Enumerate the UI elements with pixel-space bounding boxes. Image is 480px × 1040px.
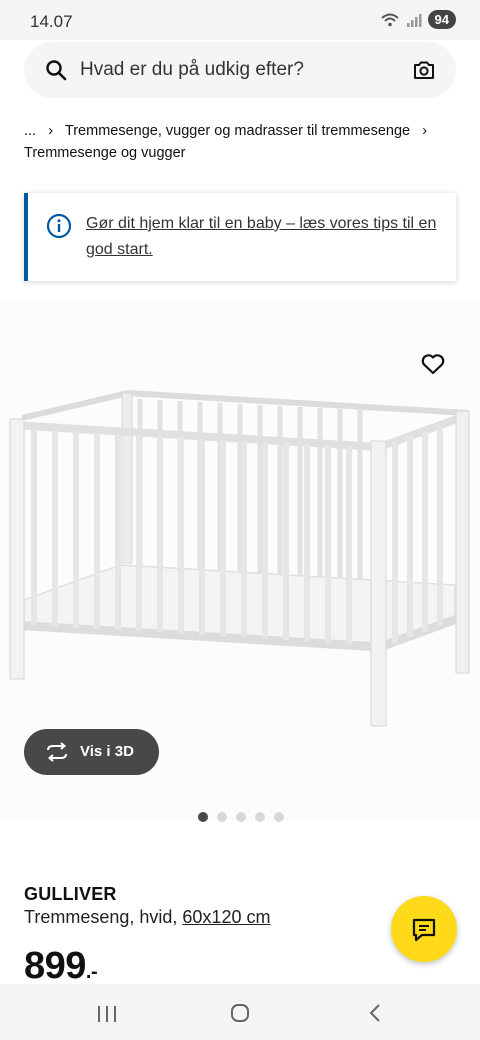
price-value: 899 [24,945,86,987]
breadcrumb: ... › Tremmesenge, vugger og madrasser t… [24,117,464,145]
breadcrumb-ellipsis[interactable]: ... [24,123,36,139]
view-3d-button[interactable]: Vis i 3D [24,729,159,775]
product-type: Tremmeseng, hvid, [24,907,178,927]
search-bar[interactable]: Hvad er du på udkig efter? [24,42,456,98]
breadcrumb-item-category[interactable]: Tremmesenge, vugger og madrasser til tre… [65,123,410,139]
product-description: Tremmeseng, hvid, 60x120 cm [24,907,270,928]
wifi-icon [380,13,399,26]
chat-icon [412,918,436,942]
home-icon[interactable] [230,1003,250,1023]
status-bar: 14.07 94 [0,0,480,40]
status-icons: 94 [380,10,456,29]
gallery-dot[interactable] [255,812,265,822]
info-banner[interactable]: Gør dit hjem klar til en baby – læs vore… [24,193,456,281]
info-icon [46,213,72,239]
signal-icon [406,13,422,27]
banner-link[interactable]: Gør dit hjem klar til en baby – læs vore… [86,211,446,263]
camera-icon[interactable] [412,58,436,82]
rotate-icon [47,742,67,762]
view-3d-label: Vis i 3D [80,743,134,760]
recent-apps-icon[interactable] [96,1004,118,1024]
search-input[interactable]: Hvad er du på udkig efter? [80,59,304,81]
gallery-dot[interactable] [217,812,227,822]
status-time: 14.07 [30,12,73,31]
product-image [9,389,470,727]
chevron-right-icon: › [422,122,428,139]
gallery-dot[interactable] [274,812,284,822]
price-suffix: .- [85,961,98,983]
breadcrumb-item-subcategory[interactable]: Tremmesenge og vugger [24,145,185,161]
product-price: 899.- [24,945,98,988]
search-icon [46,60,67,81]
back-icon[interactable] [366,1003,384,1023]
battery-badge: 94 [427,10,456,29]
gallery-dot[interactable] [198,812,208,822]
heart-icon[interactable] [420,352,446,376]
product-size-link[interactable]: 60x120 cm [182,907,270,927]
chat-button[interactable] [391,896,457,962]
system-nav-bar [0,984,480,1040]
chevron-right-icon: › [48,122,54,139]
gallery-dot[interactable] [236,812,246,822]
gallery-pagination [198,812,284,822]
product-name: GULLIVER [24,884,117,904]
